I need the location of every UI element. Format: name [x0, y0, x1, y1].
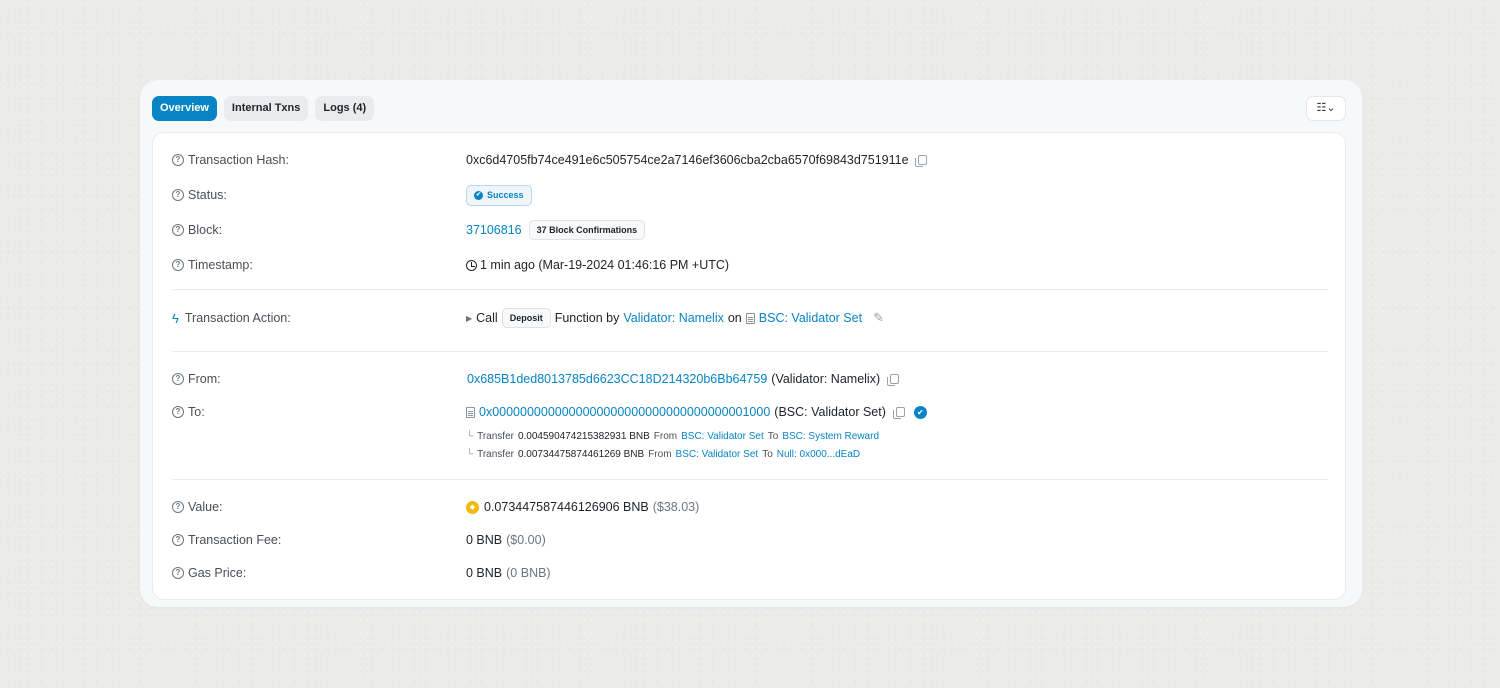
action-from-link[interactable]: Validator: Namelix	[623, 311, 724, 325]
action-call: Call	[476, 311, 498, 325]
to-address-link[interactable]: 0x00000000000000000000000000000000000010…	[479, 405, 770, 419]
action-on: on	[727, 311, 742, 325]
to-address-name: (BSC: Validator Set)	[774, 405, 886, 419]
transfer-from-link[interactable]: BSC: Validator Set	[681, 431, 764, 442]
row-transaction-fee: ? Transaction Fee: 0 BNB ($0.00)	[153, 530, 1345, 550]
lightning-icon: ϟ	[172, 310, 179, 326]
contract-file-icon	[466, 406, 475, 418]
row-timestamp: ? Timestamp: 1 min ago (Mar-19-2024 01:46…	[153, 255, 1345, 275]
contract-file-icon	[745, 312, 755, 324]
pencil-icon[interactable]: ✎	[873, 310, 884, 326]
field-label: Value:	[188, 500, 223, 514]
field-label: Gas Price:	[188, 566, 247, 580]
transfer-word: Transfer	[477, 449, 514, 460]
help-icon[interactable]: ?	[172, 406, 184, 418]
list-settings-icon: ☷⌄	[1316, 102, 1336, 114]
field-label: Transaction Action:	[184, 311, 291, 325]
value-amount: 0.073447587446126906 BNB	[484, 500, 649, 514]
gas-sub: (0 BNB)	[506, 566, 551, 580]
transaction-hash-value: 0xc6d4705fb74ce491e6c505754ce2a7146ef360…	[466, 153, 909, 167]
transfer-to-link[interactable]: BSC: System Reward	[782, 431, 879, 442]
transfer-to-link[interactable]: Null: 0x000...dEaD	[777, 449, 860, 460]
field-label: Transaction Hash:	[188, 153, 289, 167]
transfer-amount: 0.00734475874461269 BNB	[517, 449, 645, 460]
help-icon[interactable]: ?	[172, 567, 184, 579]
transfer-word: Transfer	[477, 431, 514, 442]
timestamp-value: 1 min ago (Mar-19-2024 01:46:16 PM +UTC)	[480, 258, 730, 272]
tab-internal-txns[interactable]: Internal Txns	[223, 96, 309, 121]
copy-icon[interactable]	[892, 407, 905, 419]
help-icon[interactable]: ?	[172, 154, 184, 166]
internal-transfer-item: └ Transfer 0.00734475874461269 BNB From …	[466, 449, 860, 460]
tree-branch-icon: └	[466, 449, 474, 460]
block-number-link[interactable]: 37106816	[466, 223, 522, 237]
divider	[172, 289, 1328, 290]
transaction-details-card: ? Transaction Hash: 0xc6d4705fb74ce491e6c…	[152, 132, 1346, 600]
tab-bar: Overview Internal Txns Logs (4)	[152, 96, 375, 121]
internal-transfer-item: └ Transfer 0.004590474215382931 BNB From…	[466, 431, 879, 442]
transfer-from-word: From	[648, 449, 672, 460]
help-icon[interactable]: ?	[172, 501, 184, 513]
row-status: ? Status: ✔ Success	[153, 184, 1345, 206]
fee-usd: ($0.00)	[506, 533, 546, 547]
transfer-from-word: From	[653, 431, 678, 442]
divider	[172, 351, 1328, 352]
block-confirmations-badge: 37 Block Confirmations	[528, 220, 646, 240]
view-options-button[interactable]: ☷⌄	[1306, 96, 1346, 121]
field-label: To:	[188, 405, 205, 419]
status-badge: ✔ Success	[466, 184, 532, 206]
check-circle-icon: ✔	[474, 190, 483, 200]
tab-overview[interactable]: Overview	[152, 96, 217, 121]
caret-right-icon[interactable]: ▶	[466, 314, 472, 323]
row-transaction-hash: ? Transaction Hash: 0xc6d4705fb74ce491e6c…	[153, 150, 1345, 170]
help-icon[interactable]: ?	[172, 189, 184, 201]
action-contract-link[interactable]: BSC: Validator Set	[759, 311, 862, 325]
field-label: Timestamp:	[188, 258, 253, 272]
fee-amount: 0 BNB	[466, 533, 503, 547]
from-address-name: (Validator: Namelix)	[771, 372, 881, 386]
transfer-from-link[interactable]: BSC: Validator Set	[676, 449, 759, 460]
transaction-panel: Overview Internal Txns Logs (4) ☷⌄ ? Tran…	[140, 80, 1362, 607]
divider	[172, 479, 1328, 480]
copy-icon[interactable]	[887, 374, 900, 386]
gas-amount: 0 BNB	[466, 566, 503, 580]
row-from: ? From: 0x685B1ded8013785d6623CC18D214320…	[153, 369, 1345, 389]
field-label: Status:	[188, 188, 227, 202]
clock-icon	[466, 259, 477, 271]
help-icon[interactable]: ?	[172, 534, 184, 546]
row-block: ? Block: 37106816 37 Block Confirmations	[153, 220, 1345, 240]
row-gas-price: ? Gas Price: 0 BNB (0 BNB)	[153, 563, 1345, 583]
help-icon[interactable]: ?	[172, 373, 184, 385]
row-value: ? Value: ◆ 0.073447587446126906 BNB ($38.…	[153, 497, 1345, 517]
verified-check-icon: ✔	[913, 405, 927, 419]
copy-icon[interactable]	[914, 155, 927, 167]
transfer-to-word: To	[767, 431, 779, 442]
field-label: Block:	[188, 223, 223, 237]
bnb-coin-icon: ◆	[466, 500, 479, 514]
field-label: From:	[188, 372, 221, 386]
method-badge: Deposit	[501, 308, 551, 328]
transfer-amount: 0.004590474215382931 BNB	[517, 431, 650, 442]
value-usd: ($38.03)	[652, 500, 700, 514]
field-label: Transaction Fee:	[188, 533, 282, 547]
tree-branch-icon: └	[466, 431, 474, 442]
row-to: ? To: 0x000000000000000000000000000000000…	[153, 402, 1345, 422]
status-text: Success	[487, 190, 524, 200]
action-function-by: Function by	[554, 311, 620, 325]
transfer-to-word: To	[762, 449, 773, 460]
help-icon[interactable]: ?	[172, 259, 184, 271]
from-address-link[interactable]: 0x685B1ded8013785d6623CC18D214320b6Bb647…	[467, 372, 767, 386]
row-transaction-action: ϟ Transaction Action: ▶ Call Deposit Func…	[153, 308, 1345, 328]
help-icon[interactable]: ?	[172, 224, 184, 236]
tab-logs[interactable]: Logs (4)	[315, 96, 375, 121]
